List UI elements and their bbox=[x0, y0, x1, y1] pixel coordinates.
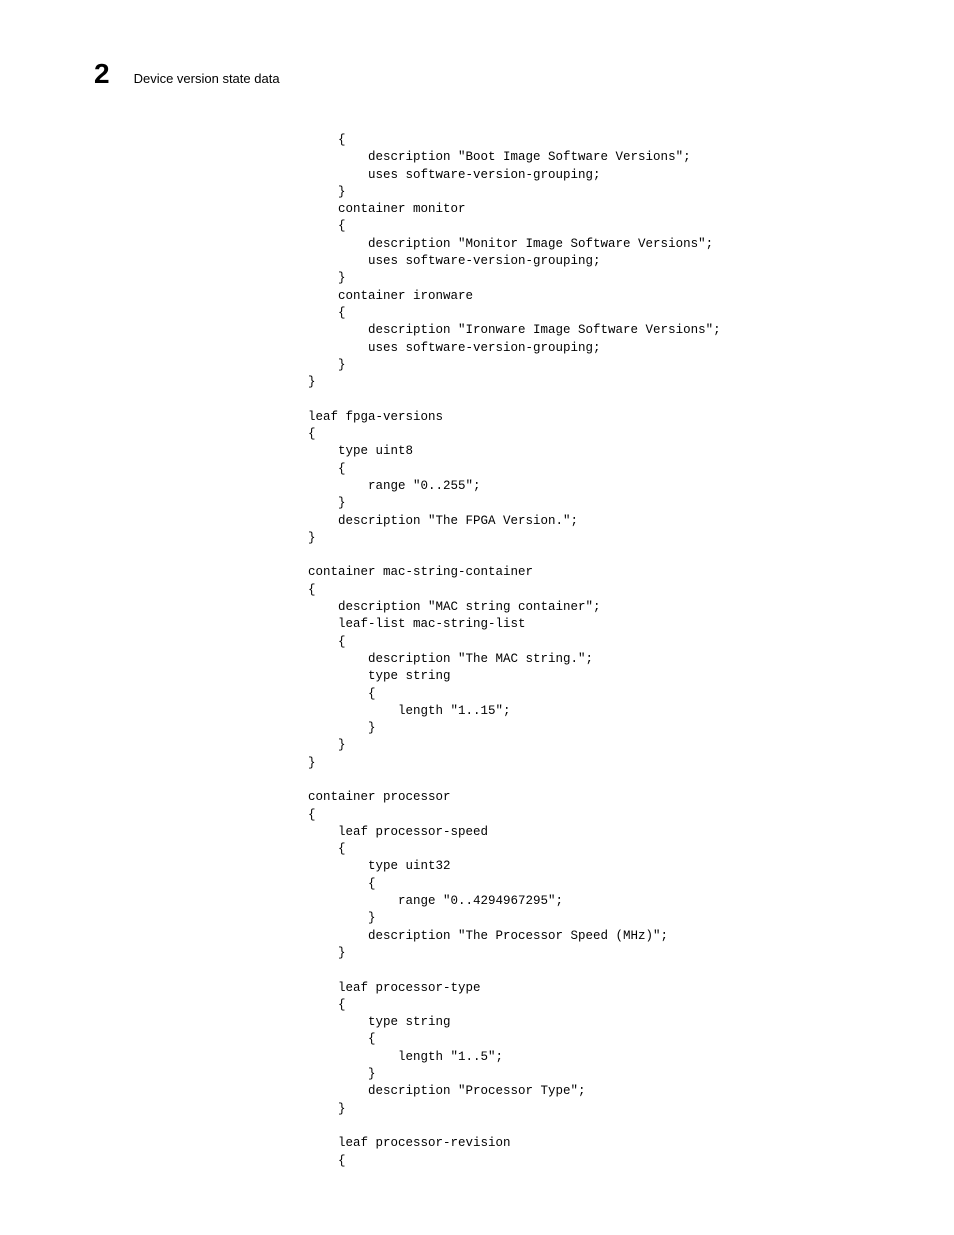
code-block: { description "Boot Image Software Versi… bbox=[278, 132, 721, 1170]
page-header: 2 Device version state data bbox=[94, 58, 280, 90]
section-title: Device version state data bbox=[134, 71, 280, 86]
page-number: 2 bbox=[94, 58, 110, 90]
